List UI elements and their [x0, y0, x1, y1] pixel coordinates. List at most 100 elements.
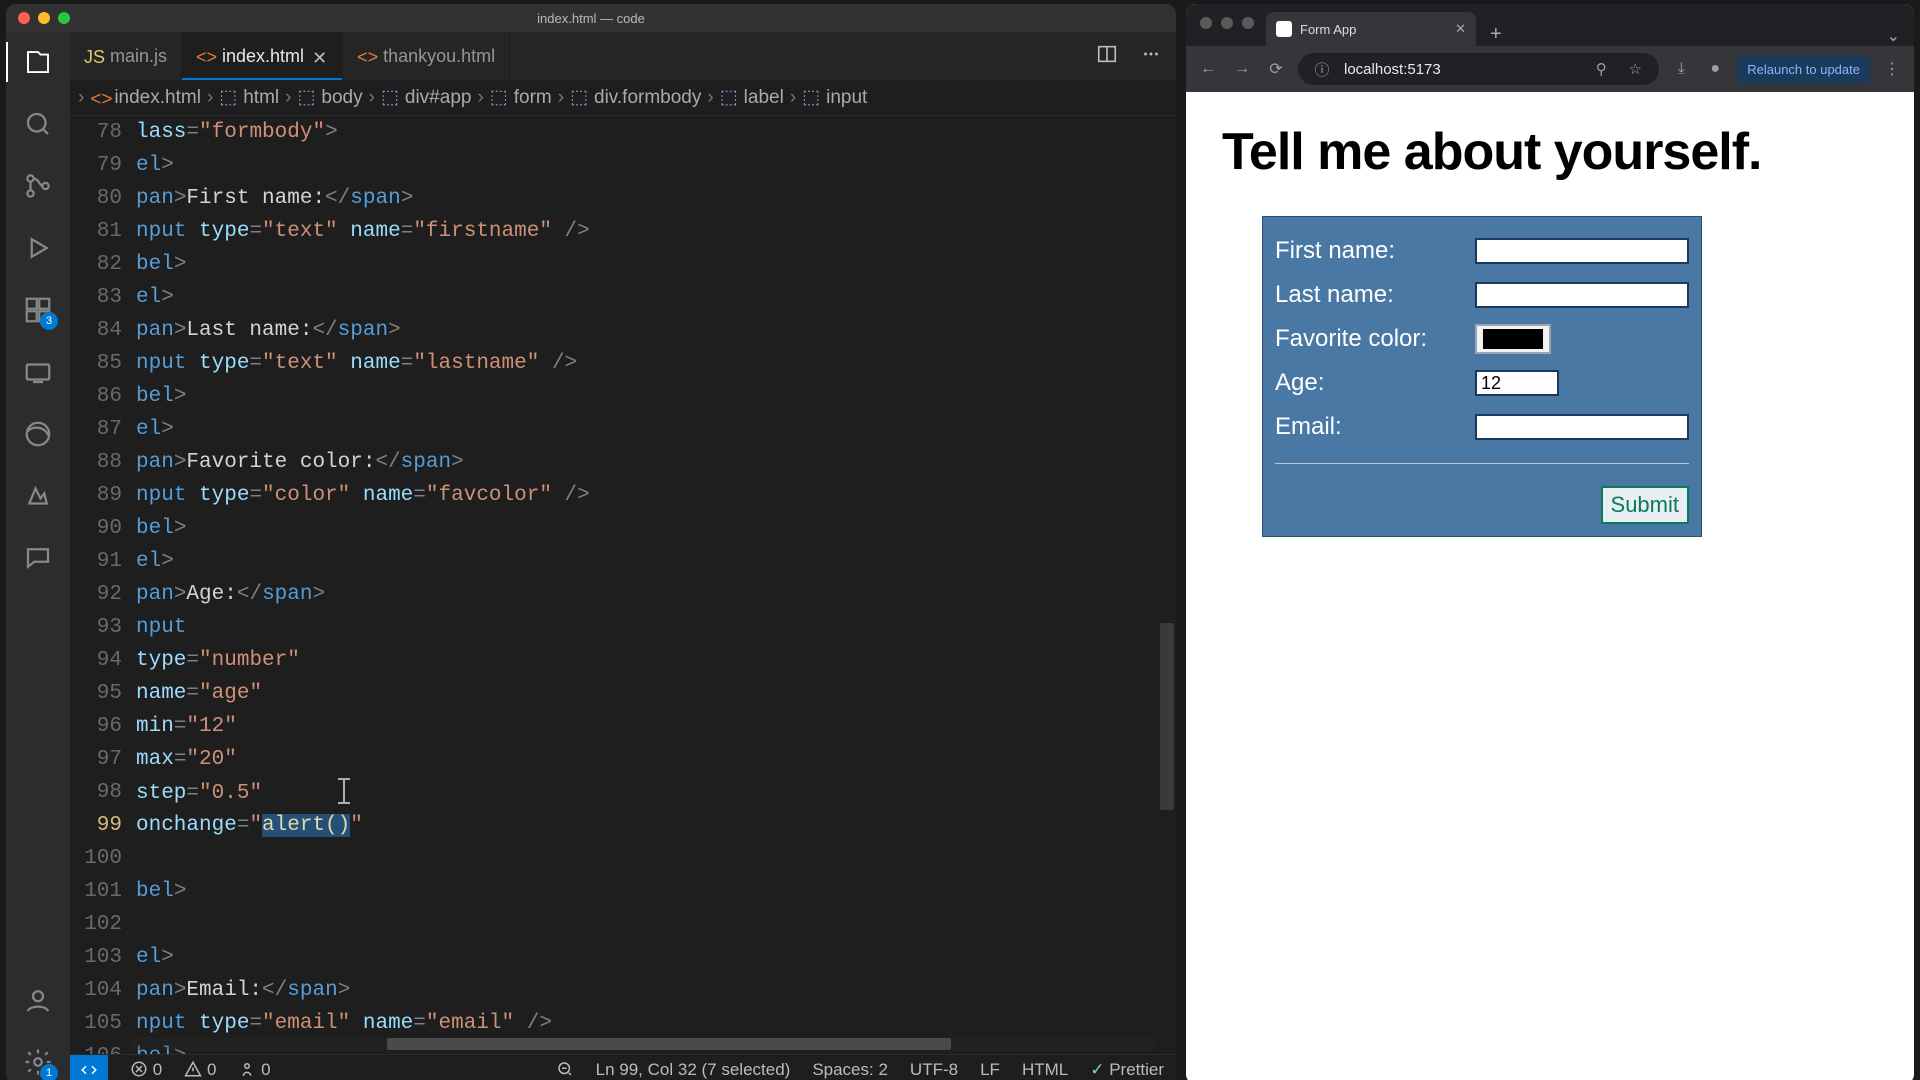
forward-button[interactable]: → [1230, 60, 1254, 78]
breadcrumb-item[interactable]: label [744, 87, 784, 109]
traffic-zoom[interactable] [1242, 17, 1254, 29]
status-eol[interactable]: LF [980, 1060, 1000, 1080]
editor[interactable]: 7879808182838485868788899091929394959697… [70, 116, 1176, 1054]
code-line[interactable]: name="age" [136, 677, 1176, 710]
code-line[interactable]: onchange="alert()" [136, 809, 1176, 842]
favicon [1276, 21, 1292, 37]
back-button[interactable]: ← [1196, 60, 1220, 78]
status-warnings[interactable]: 0 [184, 1060, 216, 1080]
code-line[interactable]: pan>Last name:</span> [136, 314, 1176, 347]
more-icon[interactable] [1140, 43, 1162, 70]
chat-icon[interactable] [16, 536, 60, 580]
new-tab-button[interactable]: + [1476, 23, 1516, 46]
remote-icon[interactable] [16, 350, 60, 394]
search-icon[interactable] [16, 102, 60, 146]
status-zoom-icon[interactable] [556, 1060, 574, 1080]
chrome-window: Form App ✕ + ⌄ ← → ⟳ ⓘ localhost:5173 ⚲ … [1186, 4, 1914, 1080]
last-name-input[interactable] [1475, 282, 1689, 308]
status-ports[interactable]: 0 [238, 1060, 270, 1080]
account-icon[interactable] [16, 978, 60, 1022]
omnibox[interactable]: ⓘ localhost:5173 ⚲ ☆ [1298, 53, 1659, 85]
close-tab-icon[interactable]: ✕ [1455, 21, 1466, 37]
horizontal-scrollbar[interactable] [130, 1038, 1156, 1050]
status-spaces[interactable]: Spaces: 2 [812, 1060, 888, 1080]
status-language[interactable]: HTML [1022, 1060, 1068, 1080]
code-line[interactable]: nput type="color" name="favcolor" /> [136, 479, 1176, 512]
breadcrumb-item[interactable]: div.formbody [594, 87, 701, 109]
chrome-menu-icon[interactable]: ⋮ [1880, 59, 1904, 79]
code-line[interactable]: el> [136, 281, 1176, 314]
install-icon[interactable]: ⤓ [1669, 60, 1693, 78]
minimap[interactable] [1160, 116, 1174, 1054]
source-control-icon[interactable] [16, 164, 60, 208]
code-line[interactable]: nput type="email" name="email" /> [136, 1007, 1176, 1040]
code-line[interactable]: nput type="text" name="firstname" /> [136, 215, 1176, 248]
breadcrumb-item[interactable]: index.html [114, 87, 201, 109]
traffic-close[interactable] [1200, 17, 1212, 29]
edge-icon[interactable] [16, 412, 60, 456]
age-input[interactable] [1475, 370, 1559, 396]
code-line[interactable]: el> [136, 941, 1176, 974]
editor-tab[interactable]: JSmain.js [70, 32, 182, 80]
editor-tab[interactable]: <>thankyou.html [343, 32, 510, 80]
code-line[interactable]: bel> [136, 512, 1176, 545]
site-info-icon[interactable]: ⓘ [1310, 59, 1334, 80]
breadcrumb-item[interactable]: body [321, 87, 362, 109]
editor-tab[interactable]: <>index.html✕ [182, 32, 343, 80]
chevron-right-icon: › [369, 87, 375, 109]
settings-gear-icon[interactable]: 1 [16, 1040, 60, 1080]
status-encoding[interactable]: UTF-8 [910, 1060, 958, 1080]
code-line[interactable]: el> [136, 413, 1176, 446]
traffic-minimize[interactable] [1221, 17, 1233, 29]
code-line[interactable]: nput type="text" name="lastname" /> [136, 347, 1176, 380]
run-debug-icon[interactable] [16, 226, 60, 270]
code-area[interactable]: lass="formbody">el>pan>First name:</span… [136, 116, 1176, 1054]
reload-button[interactable]: ⟳ [1264, 59, 1288, 79]
chevron-right-icon: › [558, 87, 564, 109]
code-line[interactable]: max="20" [136, 743, 1176, 776]
code-line[interactable]: el> [136, 545, 1176, 578]
profile-icon[interactable]: ● [1703, 60, 1727, 78]
label-email: Email: [1275, 413, 1475, 441]
code-line[interactable]: pan>First name:</span> [136, 182, 1176, 215]
code-line[interactable]: bel> [136, 380, 1176, 413]
code-line[interactable] [136, 908, 1176, 941]
code-line[interactable]: min="12" [136, 710, 1176, 743]
relaunch-button[interactable]: Relaunch to update [1737, 56, 1870, 83]
code-line[interactable]: el> [136, 149, 1176, 182]
url-text: localhost:5173 [1344, 61, 1441, 78]
code-line[interactable]: pan>Age:</span> [136, 578, 1176, 611]
zoom-icon[interactable]: ⚲ [1589, 60, 1613, 78]
tab-overflow-icon[interactable]: ⌄ [1873, 26, 1914, 46]
breadcrumbs[interactable]: › <> index.html › ⬚ html › ⬚ body › ⬚ di… [70, 80, 1176, 116]
code-line[interactable] [136, 842, 1176, 875]
status-cursor[interactable]: Ln 99, Col 32 (7 selected) [596, 1060, 791, 1080]
explorer-icon[interactable] [16, 40, 60, 84]
code-line[interactable]: bel> [136, 875, 1176, 908]
status-errors[interactable]: 0 [130, 1060, 162, 1080]
chevron-right-icon: › [477, 87, 483, 109]
code-line[interactable]: nput [136, 611, 1176, 644]
extensions-icon[interactable]: 3 [16, 288, 60, 332]
breadcrumb-item[interactable]: html [243, 87, 279, 109]
code-line[interactable]: step="0.5" [136, 776, 1176, 809]
code-line[interactable]: lass="formbody"> [136, 116, 1176, 149]
breadcrumb-item[interactable]: div#app [405, 87, 472, 109]
code-line[interactable]: type="number" [136, 644, 1176, 677]
remote-indicator[interactable] [70, 1055, 108, 1080]
first-name-input[interactable] [1475, 238, 1689, 264]
bookmark-icon[interactable]: ☆ [1623, 60, 1647, 78]
breadcrumb-item[interactable]: form [514, 87, 552, 109]
split-editor-icon[interactable] [1096, 43, 1118, 70]
code-line[interactable]: pan>Email:</span> [136, 974, 1176, 1007]
other-icon[interactable] [16, 474, 60, 518]
favorite-color-input[interactable] [1475, 324, 1551, 354]
browser-tab[interactable]: Form App ✕ [1266, 12, 1476, 46]
status-prettier[interactable]: ✓ Prettier [1090, 1060, 1164, 1080]
code-line[interactable]: bel> [136, 248, 1176, 281]
close-tab-icon[interactable]: ✕ [312, 48, 328, 64]
email-input[interactable] [1475, 414, 1689, 440]
breadcrumb-item[interactable]: input [826, 87, 867, 109]
code-line[interactable]: pan>Favorite color:</span> [136, 446, 1176, 479]
submit-button[interactable]: Submit [1601, 486, 1689, 524]
